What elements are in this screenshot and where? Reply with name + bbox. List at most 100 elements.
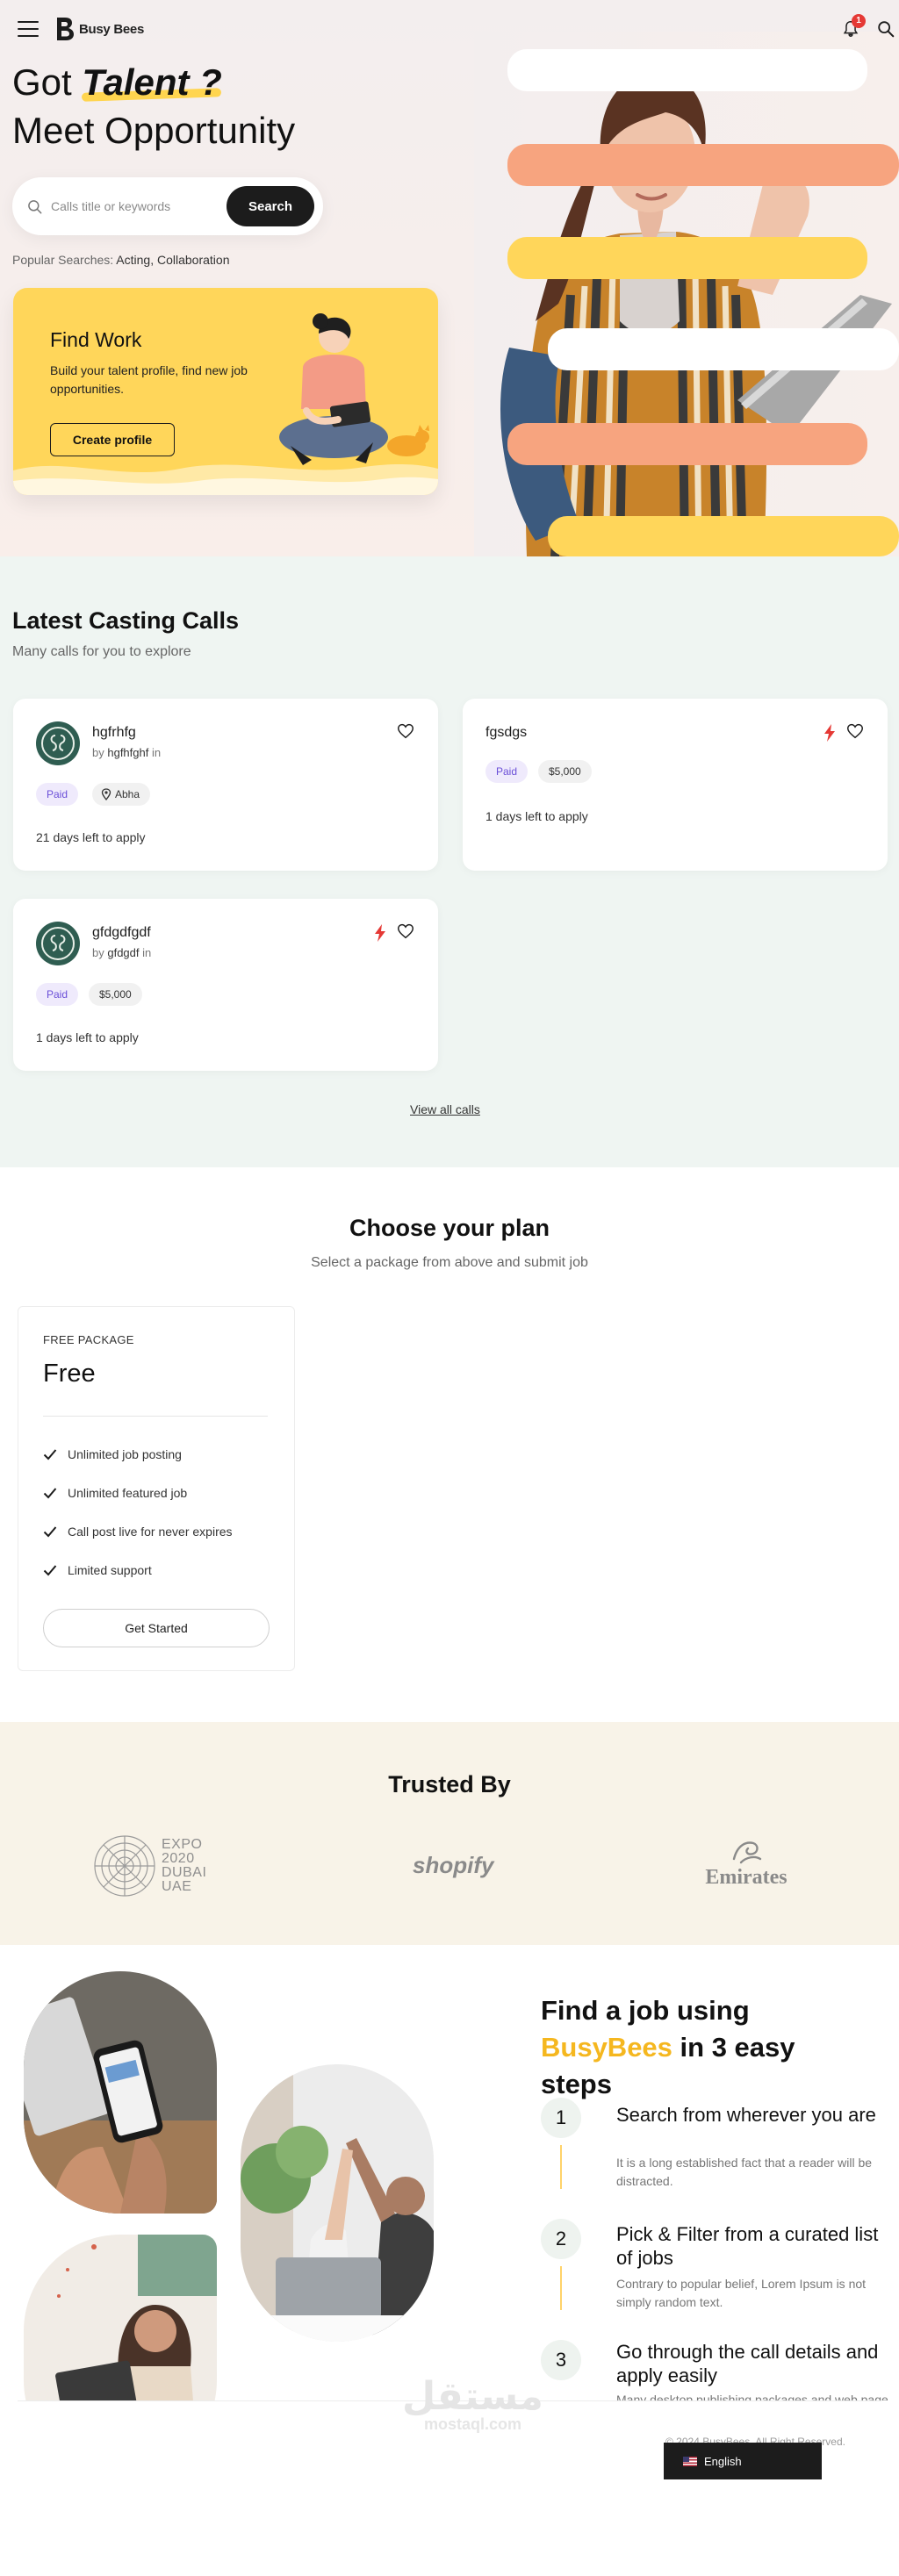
hero-section: Busy Bees 1 Got Talent ? Meet Opportunit… <box>0 0 899 556</box>
casting-call-card[interactable]: gfdgdfgdf by gfdgdf in Paid $5,000 1 day… <box>13 899 438 1071</box>
by-suffix: in <box>142 946 152 959</box>
search-icon <box>28 200 42 214</box>
casting-call-card[interactable]: fgsdgs Paid $5,000 1 days left to apply <box>463 699 888 871</box>
poster-name[interactable]: hgfhfghf <box>107 746 148 759</box>
hero-decor-bar-salmon-2 <box>507 423 867 465</box>
plan-tag: FREE PACKAGE <box>43 1333 134 1346</box>
expo-text-line1: EXPO <box>162 1837 203 1852</box>
phone-hands-image <box>24 1971 217 2214</box>
brand-logo[interactable]: Busy Bees <box>54 16 144 42</box>
language-selector[interactable]: English <box>664 2443 822 2479</box>
company-avatar <box>36 721 80 765</box>
heart-icon[interactable] <box>396 922 415 941</box>
step-heading: Go through the call details and apply ea… <box>616 2341 879 2386</box>
paid-chip: Paid <box>485 760 529 783</box>
plan-feature: Limited support <box>43 1560 152 1581</box>
free-plan-card: FREE PACKAGE Free Unlimited job posting … <box>18 1306 295 1671</box>
casting-calls-subtitle: Many calls for you to explore <box>12 644 191 659</box>
watermark-arabic-text: مستقل <box>402 2375 543 2418</box>
person-with-laptop-illustration <box>279 313 429 465</box>
step-number: 2 <box>541 2219 581 2259</box>
steps-title-brand: BusyBees <box>541 2032 672 2063</box>
plan-feature: Call post live for never expires <box>43 1521 233 1542</box>
casting-calls-section: Latest Casting Calls Many calls for you … <box>0 556 899 1167</box>
steps-title-line2: in 3 easy <box>672 2032 795 2063</box>
salary-chip: $5,000 <box>538 760 592 783</box>
emirates-emblem-icon <box>732 1841 762 1864</box>
step-heading: Search from wherever you are <box>616 2104 876 2126</box>
search-input[interactable] <box>51 193 218 219</box>
steps-title-line3: steps <box>541 2069 612 2099</box>
search-icon <box>878 21 895 38</box>
high-five-image <box>241 2064 434 2342</box>
hero-decor-bar-yellow <box>507 237 867 279</box>
shopify-logo: shopify <box>413 1852 494 1878</box>
by-suffix: in <box>151 746 162 759</box>
create-profile-button[interactable]: Create profile <box>50 423 175 456</box>
days-left-number: 1 <box>36 1030 43 1044</box>
checkmark-icon <box>43 1526 57 1538</box>
hero-woman-photo <box>474 32 899 556</box>
call-title[interactable]: hgfrhfg <box>92 725 136 741</box>
location-text: Abha <box>115 788 140 800</box>
popular-searches-tags[interactable]: Acting, Collaboration <box>116 253 229 267</box>
header-search-button[interactable] <box>876 19 895 39</box>
phone-hands-photo <box>24 1971 217 2214</box>
language-label: English <box>704 2454 742 2468</box>
expo-text-line4: UAE <box>162 1879 192 1894</box>
get-started-button[interactable]: Get Started <box>43 1609 270 1647</box>
us-flag-icon <box>683 2456 697 2466</box>
step-heading: Pick & Filter from a curated list of job… <box>616 2223 879 2269</box>
steps-title: Find a job using BusyBees in 3 easy step… <box>541 1992 795 2103</box>
poster-name[interactable]: gfdgdf <box>107 946 139 959</box>
step-connector-line <box>560 2145 562 2189</box>
find-work-card: Find Work Build your talent profile, fin… <box>13 288 438 495</box>
days-left: 21 days left to apply <box>36 830 146 844</box>
casting-call-card[interactable]: hgfrhfg by hgfhfghf in Paid Abha 21 days… <box>13 699 438 871</box>
lightning-bolt-icon <box>824 724 835 742</box>
plan-divider <box>43 1416 268 1417</box>
find-work-description: Build your talent profile, find new job … <box>50 363 248 396</box>
expo-2020-logo: EXPO 2020 DUBAI UAE <box>91 1833 211 1899</box>
footer: مستقل mostaql.com © 2024 BusyBees. All R… <box>0 2375 899 2488</box>
plans-title: Choose your plan <box>349 1215 550 1241</box>
expo-ring-icon <box>94 1835 155 1897</box>
plan-feature-text: Limited support <box>68 1563 152 1577</box>
location-chip: Abha <box>92 783 151 806</box>
plan-feature: Unlimited job posting <box>43 1444 182 1465</box>
call-title[interactable]: gfdgdfgdf <box>92 925 151 941</box>
call-title[interactable]: fgsdgs <box>485 725 527 741</box>
hero-title-prefix: Got <box>12 61 83 103</box>
search-button[interactable]: Search <box>227 186 314 226</box>
paid-chip: Paid <box>36 983 79 1006</box>
hamburger-menu-icon[interactable] <box>18 21 39 39</box>
plan-feature-text: Unlimited featured job <box>68 1486 188 1500</box>
by-prefix: by <box>92 746 104 759</box>
find-work-title: Find Work <box>50 328 142 351</box>
hero-title-line2: Meet Opportunity <box>12 110 296 151</box>
step-description: It is a long established fact that a rea… <box>616 2156 873 2188</box>
call-posted-by: by gfdgdf in <box>92 946 151 959</box>
plan-feature-text: Call post live for never expires <box>68 1525 233 1539</box>
salary-chip: $5,000 <box>89 983 142 1006</box>
step-description: Contrary to popular belief, Lorem Ipsum … <box>616 2277 867 2309</box>
heart-icon[interactable] <box>845 721 865 741</box>
checkmark-icon <box>43 1565 57 1576</box>
days-left-text: days left to apply <box>49 830 146 844</box>
days-left: 1 days left to apply <box>36 1030 139 1044</box>
popular-searches: Popular Searches: Acting, Collaboration <box>12 253 229 267</box>
plans-subtitle: Select a package from above and submit j… <box>311 1255 588 1270</box>
top-navbar: Busy Bees 1 <box>0 0 899 58</box>
mostaql-watermark: مستقل mostaql.com <box>402 2374 543 2434</box>
emirates-text: Emirates <box>705 1866 788 1889</box>
view-all-calls-link[interactable]: View all calls <box>410 1102 480 1116</box>
notifications-button[interactable]: 1 <box>841 14 866 39</box>
heart-icon[interactable] <box>396 721 415 741</box>
steps-title-line1: Find a job using <box>541 1995 750 2026</box>
checkmark-icon <box>43 1488 57 1499</box>
step-connector-line <box>560 2266 562 2310</box>
call-posted-by: by hgfhfghf in <box>92 746 161 759</box>
busy-bees-logo-icon <box>57 18 74 40</box>
hero-decor-bar-yellow-2 <box>548 516 899 556</box>
avatar-logo-icon <box>41 927 75 960</box>
